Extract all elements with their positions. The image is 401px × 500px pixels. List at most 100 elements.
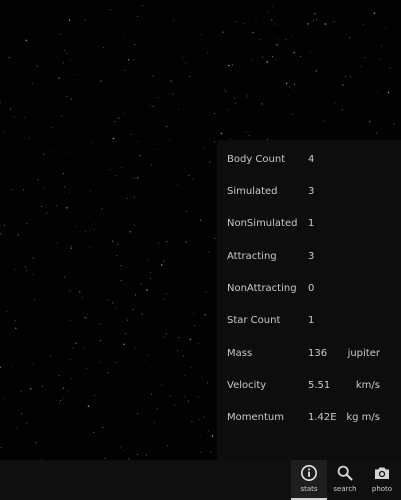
star <box>93 229 95 231</box>
star <box>177 350 179 352</box>
stat-unit: kg m/s <box>346 412 380 423</box>
star <box>389 67 391 69</box>
star <box>345 75 347 77</box>
star <box>134 44 136 45</box>
star <box>103 47 105 49</box>
stat-value: 1.42E <box>308 412 337 423</box>
star <box>73 74 75 76</box>
star <box>192 178 194 180</box>
star <box>225 91 227 92</box>
star <box>234 97 236 99</box>
star <box>252 59 254 61</box>
stat-label: Simulated <box>227 186 278 197</box>
star <box>120 265 122 266</box>
star <box>70 247 73 249</box>
star <box>147 354 149 356</box>
star <box>268 12 269 14</box>
star <box>29 388 32 390</box>
star <box>78 290 81 293</box>
star <box>175 131 177 133</box>
star <box>68 19 71 21</box>
star <box>26 269 28 271</box>
star <box>204 146 206 148</box>
star <box>187 400 189 402</box>
star <box>185 241 188 243</box>
star <box>277 38 279 40</box>
star <box>86 367 88 369</box>
star <box>188 175 190 176</box>
star <box>100 361 102 363</box>
star <box>115 362 117 363</box>
stat-unit: km/s <box>355 380 380 391</box>
stat-row-mass: Mass 136 jupiter <box>217 344 401 364</box>
star <box>375 132 377 134</box>
star <box>290 36 292 38</box>
photo-button[interactable]: photo <box>364 460 400 498</box>
stat-value: 3 <box>308 251 315 262</box>
star <box>342 84 344 86</box>
star <box>334 102 336 104</box>
star <box>115 175 117 177</box>
star <box>207 382 208 384</box>
stat-value: 1 <box>308 218 315 229</box>
star <box>154 422 156 423</box>
star <box>252 31 254 34</box>
stats-button[interactable]: stats <box>291 460 327 500</box>
star <box>373 12 376 14</box>
star <box>151 164 153 166</box>
star <box>381 45 383 47</box>
search-button[interactable]: search <box>327 460 363 498</box>
star <box>158 242 159 244</box>
star <box>50 127 52 129</box>
star <box>220 132 223 135</box>
star <box>208 251 210 253</box>
star <box>64 276 65 278</box>
stat-row-simulated: Simulated 3 <box>217 182 401 202</box>
star <box>163 298 165 300</box>
star <box>178 336 180 338</box>
star <box>62 387 65 390</box>
star <box>137 16 139 17</box>
star <box>3 224 5 226</box>
star <box>66 207 68 209</box>
star <box>56 242 58 244</box>
star <box>114 121 116 122</box>
star <box>185 211 187 212</box>
star <box>365 133 367 135</box>
star <box>161 383 162 385</box>
stat-value: 3 <box>308 186 315 197</box>
star <box>177 109 179 110</box>
star <box>235 102 236 104</box>
star <box>172 93 174 95</box>
star <box>24 266 26 268</box>
star <box>10 108 12 110</box>
star <box>23 117 25 119</box>
stat-row-nonsimulated: NonSimulated 1 <box>217 214 401 234</box>
stat-value: 4 <box>308 154 315 165</box>
star <box>120 279 122 281</box>
star <box>393 123 395 125</box>
star <box>387 91 390 94</box>
star <box>135 347 137 349</box>
star <box>313 20 314 22</box>
star <box>94 394 96 396</box>
star <box>69 358 71 360</box>
stat-unit: jupiter <box>347 348 380 359</box>
star <box>385 27 387 29</box>
star <box>14 116 15 118</box>
star <box>102 427 104 429</box>
star <box>70 377 72 379</box>
simulation-app: Body Count 4 Simulated 3 NonSimulated 1 … <box>0 0 401 500</box>
star <box>272 56 273 58</box>
star <box>271 19 273 21</box>
star <box>293 51 295 54</box>
star <box>31 82 33 84</box>
star <box>17 233 19 235</box>
star <box>208 430 210 432</box>
star <box>125 333 127 335</box>
star <box>91 141 93 143</box>
star <box>137 141 139 143</box>
star <box>151 393 153 395</box>
star <box>139 155 141 156</box>
star <box>50 150 52 152</box>
